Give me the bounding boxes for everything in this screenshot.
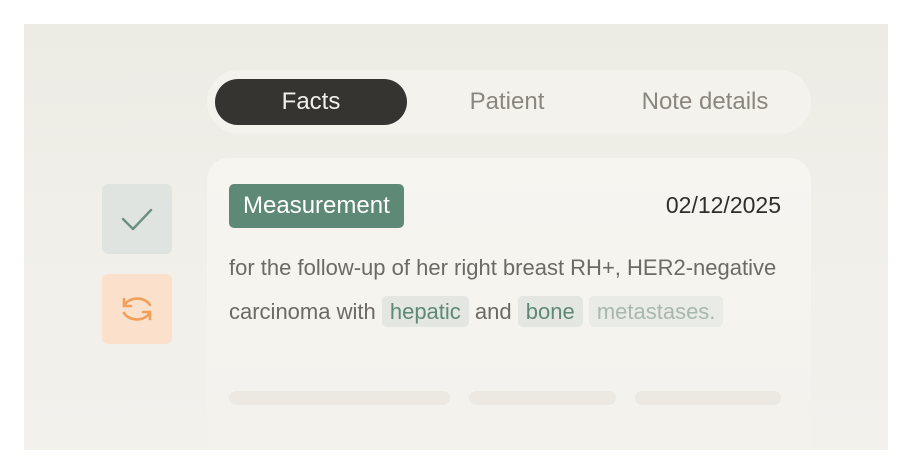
fact-date: 02/12/2025 (665, 192, 781, 218)
tab-patient[interactable]: Patient (417, 79, 597, 125)
refresh-button[interactable] (102, 274, 172, 344)
tab-bar: Facts Patient Note details (207, 70, 811, 134)
skeleton-placeholder (635, 391, 781, 405)
app-canvas: Facts Patient Note details Measurement 0… (24, 24, 888, 450)
fact-card: Measurement 02/12/2025 for the follow-up… (207, 158, 811, 450)
highlight-metastases[interactable]: metastases. (588, 296, 724, 327)
fact-text: for the follow-up of her right breast RH… (229, 246, 785, 334)
skeleton-placeholder (229, 391, 450, 405)
highlight-bone[interactable]: bone (517, 296, 583, 327)
category-badge: Measurement (229, 184, 404, 228)
tab-facts[interactable]: Facts (215, 79, 407, 125)
skeleton-placeholder (469, 391, 616, 405)
check-icon (121, 208, 153, 231)
sync-icon (122, 297, 152, 321)
fact-text-space (583, 299, 589, 324)
confirm-button[interactable] (102, 184, 172, 254)
fact-text-middle: and (468, 299, 518, 324)
tab-note-details[interactable]: Note details (605, 79, 805, 125)
highlight-hepatic[interactable]: hepatic (381, 296, 469, 327)
